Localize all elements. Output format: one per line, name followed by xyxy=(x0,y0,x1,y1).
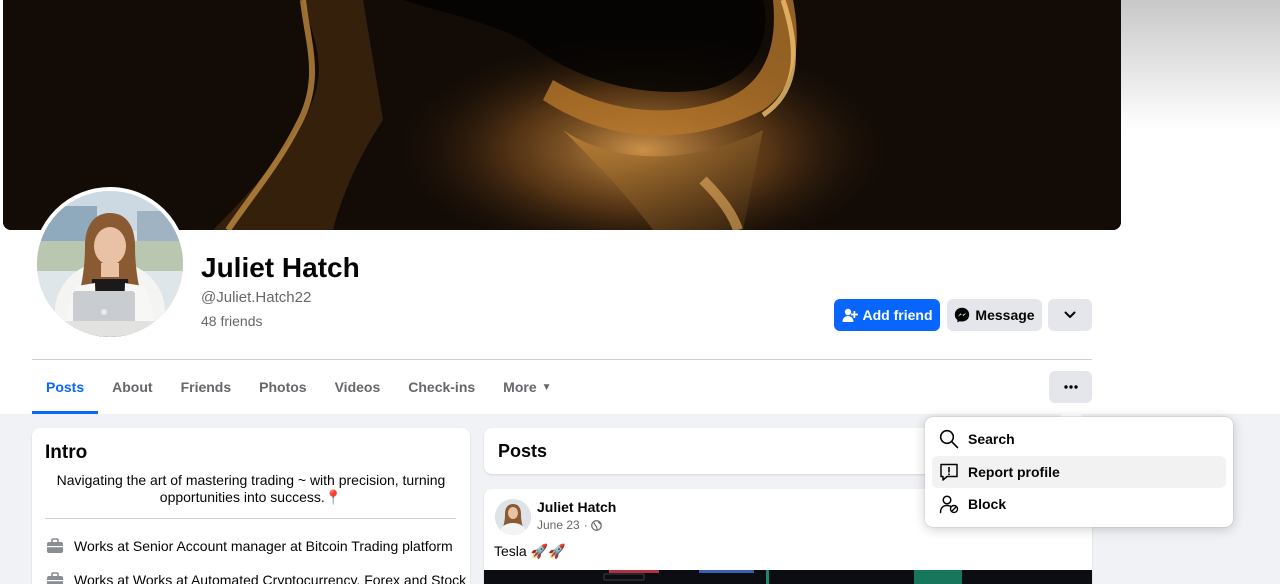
profile-options-dropdown-button[interactable] xyxy=(1048,299,1092,331)
message-label: Message xyxy=(975,307,1035,323)
tab-label: More xyxy=(503,379,537,395)
post-meta: June 23 · xyxy=(537,518,602,532)
menu-item-label: Block xyxy=(968,496,1007,512)
profile-options-menu: Search Report profile Block xyxy=(925,417,1233,527)
intro-title: Intro xyxy=(45,442,88,463)
tab-label: Check-ins xyxy=(408,379,476,395)
tab-posts[interactable]: Posts xyxy=(32,360,99,414)
briefcase-icon xyxy=(45,570,65,584)
globe-icon xyxy=(590,519,602,531)
menu-item-block[interactable]: Block xyxy=(932,488,1226,520)
intro-work-text: Works at Works at Automated Cryptocurren… xyxy=(74,572,467,584)
profile-tabs: Posts About Friends Photos Videos Check-… xyxy=(32,360,566,414)
intro-bio: Navigating the art of mastering trading … xyxy=(56,472,446,505)
tab-about[interactable]: About xyxy=(98,360,166,414)
cover-image xyxy=(3,0,1121,230)
tab-photos[interactable]: Photos xyxy=(245,360,320,414)
tab-check-ins[interactable]: Check-ins xyxy=(394,360,489,414)
post-text: Tesla 🚀🚀 xyxy=(494,543,566,559)
profile-photo xyxy=(37,191,183,337)
post-meta-separator: · xyxy=(583,518,588,532)
tab-label: About xyxy=(112,379,153,395)
profile-name: Juliet Hatch xyxy=(201,252,360,283)
add-friend-button[interactable]: Add friend xyxy=(834,299,940,331)
post-date[interactable]: June 23 xyxy=(537,518,580,532)
block-user-icon xyxy=(938,493,960,515)
menu-item-report-profile[interactable]: Report profile xyxy=(932,456,1226,488)
tab-more[interactable]: More ▼ xyxy=(489,360,565,414)
intro-work-item[interactable]: Works at Works at Automated Cryptocurren… xyxy=(45,570,466,584)
post-author-name[interactable]: Juliet Hatch xyxy=(537,499,616,515)
more-options-button[interactable] xyxy=(1049,371,1092,403)
menu-item-label: Search xyxy=(968,431,1015,447)
briefcase-icon xyxy=(45,536,65,556)
posts-title: Posts xyxy=(498,441,548,461)
ellipsis-icon xyxy=(1063,385,1078,389)
intro-work-item[interactable]: Works at Senior Account manager at Bitco… xyxy=(45,536,453,556)
post-image xyxy=(484,570,1092,584)
message-button[interactable]: Message xyxy=(947,299,1042,331)
profile-avatar[interactable] xyxy=(33,187,187,341)
tab-label: Posts xyxy=(46,379,85,395)
post-author-avatar[interactable] xyxy=(495,499,531,535)
post-media[interactable] xyxy=(484,570,1092,584)
add-friend-label: Add friend xyxy=(862,307,933,323)
intro-work-text: Works at Senior Account manager at Bitco… xyxy=(74,538,453,554)
chevron-down-icon xyxy=(1064,311,1076,318)
profile-handle: @Juliet.Hatch22 xyxy=(201,289,312,306)
tab-label: Photos xyxy=(259,379,307,395)
add-friend-icon xyxy=(842,308,858,322)
tab-videos[interactable]: Videos xyxy=(321,360,395,414)
window-edge-shade xyxy=(1121,0,1280,130)
caret-down-icon: ▼ xyxy=(541,381,552,393)
intro-card: Intro Navigating the art of mastering tr… xyxy=(32,428,470,584)
intro-divider xyxy=(45,518,456,519)
menu-item-search[interactable]: Search xyxy=(932,423,1226,455)
report-icon xyxy=(938,461,960,483)
messenger-icon xyxy=(955,307,970,323)
search-icon xyxy=(938,428,960,450)
menu-item-label: Report profile xyxy=(968,464,1060,480)
tab-label: Videos xyxy=(334,379,381,395)
cover-photo[interactable] xyxy=(3,0,1121,230)
tab-friends[interactable]: Friends xyxy=(167,360,246,414)
tab-label: Friends xyxy=(180,379,232,395)
friends-count[interactable]: 48 friends xyxy=(201,313,262,329)
